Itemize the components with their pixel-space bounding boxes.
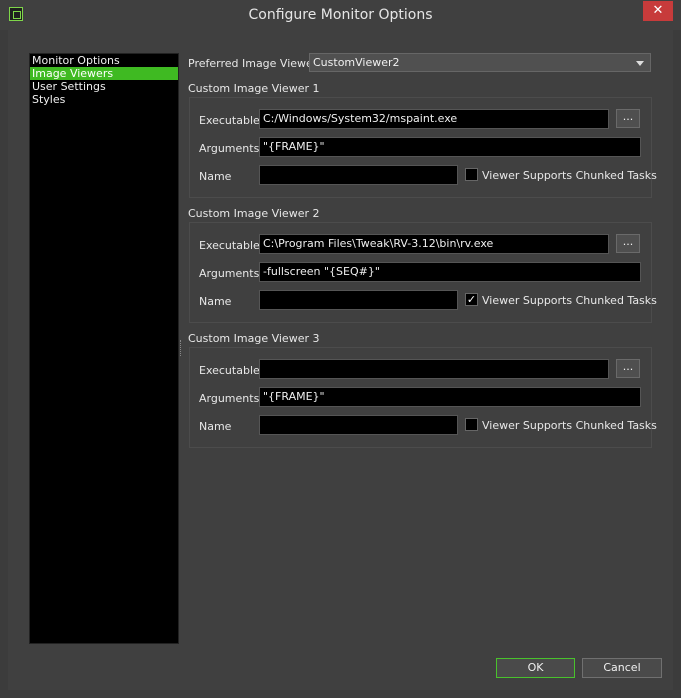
viewer3-name-label: Name: [199, 420, 232, 433]
viewer1-name-label: Name: [199, 170, 232, 183]
viewer1-arguments-field[interactable]: "{FRAME}": [259, 137, 641, 157]
window-title: Configure Monitor Options: [248, 7, 433, 23]
viewer3-chunked-label: Viewer Supports Chunked Tasks: [482, 419, 657, 432]
nav-item-image-viewers[interactable]: Image Viewers: [30, 67, 178, 80]
viewer1-arguments-label: Arguments: [199, 142, 260, 155]
nav-item-styles[interactable]: Styles: [30, 93, 178, 106]
viewer3-browse-button[interactable]: ...: [616, 359, 640, 378]
viewer2-arguments-field[interactable]: -fullscreen "{SEQ#}": [259, 262, 641, 282]
viewer1-chunked-label: Viewer Supports Chunked Tasks: [482, 169, 657, 182]
viewer2-browse-button[interactable]: ...: [616, 234, 640, 253]
viewer2-title: Custom Image Viewer 2: [188, 207, 320, 220]
viewer3-arguments-label: Arguments: [199, 392, 260, 405]
viewer3-title: Custom Image Viewer 3: [188, 332, 320, 345]
viewer1-executable-field[interactable]: C:/Windows/System32/mspaint.exe: [259, 109, 609, 129]
viewer2-name-label: Name: [199, 295, 232, 308]
splitter-handle[interactable]: [180, 340, 183, 356]
viewer1-browse-button[interactable]: ...: [616, 109, 640, 128]
viewer1-chunked-checkbox[interactable]: [465, 168, 478, 181]
viewer1-title: Custom Image Viewer 1: [188, 82, 320, 95]
chevron-down-icon: [636, 61, 644, 66]
viewer3-chunked-checkbox[interactable]: [465, 418, 478, 431]
viewer1-executable-label: Executable: [199, 114, 260, 127]
viewer2-arguments-label: Arguments: [199, 267, 260, 280]
preferred-viewer-label: Preferred Image Viewer: [188, 57, 318, 70]
viewer3-arguments-field[interactable]: "{FRAME}": [259, 387, 641, 407]
close-button[interactable]: ✕: [643, 1, 673, 21]
preferred-viewer-value: CustomViewer2: [313, 56, 400, 69]
viewer3-executable-field[interactable]: [259, 359, 609, 379]
viewer3-executable-label: Executable: [199, 364, 260, 377]
nav-item-monitor-options[interactable]: Monitor Options: [30, 54, 178, 67]
viewer2-name-field[interactable]: [259, 290, 458, 310]
viewer2-chunked-checkbox[interactable]: ✓: [465, 293, 478, 306]
nav-item-user-settings[interactable]: User Settings: [30, 80, 178, 93]
viewer2-executable-field[interactable]: C:\Program Files\Tweak\RV-3.12\bin\rv.ex…: [259, 234, 609, 254]
preferred-viewer-select[interactable]: CustomViewer2: [309, 53, 651, 72]
viewer2-executable-label: Executable: [199, 239, 260, 252]
viewer2-chunked-label: Viewer Supports Chunked Tasks: [482, 294, 657, 307]
viewer3-name-field[interactable]: [259, 415, 458, 435]
category-list: Monitor Options Image Viewers User Setti…: [29, 53, 179, 644]
ok-button[interactable]: OK: [496, 658, 575, 678]
viewer1-name-field[interactable]: [259, 165, 458, 185]
title-bar: Configure Monitor Options ✕: [0, 0, 681, 30]
cancel-button[interactable]: Cancel: [582, 658, 662, 678]
